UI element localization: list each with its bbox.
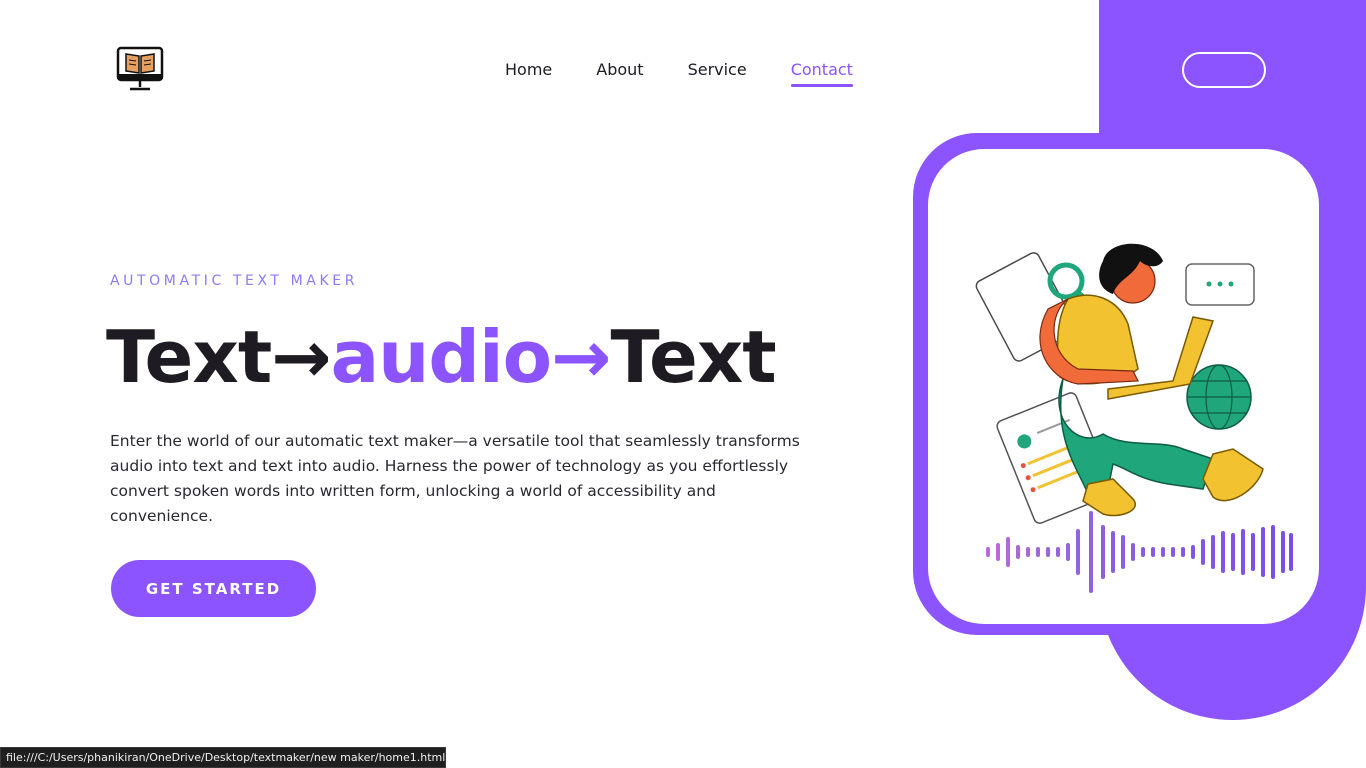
nav-service-link[interactable]: Service (688, 60, 747, 85)
nav-about-link[interactable]: About (596, 60, 643, 85)
headline-text-1: Text (106, 315, 272, 399)
headline-audio: audio (330, 315, 553, 399)
link-status-bar: file:///C:/Users/phanikiran/OneDrive/Des… (0, 747, 446, 768)
header-action-button[interactable] (1182, 52, 1266, 88)
headline-text-2: Text (610, 315, 776, 399)
main-nav: Home About Service Contact (505, 60, 854, 87)
hero-eyebrow: AUTOMATIC TEXT MAKER (110, 273, 359, 289)
hero-headline: Text→audio→Text (106, 312, 777, 402)
monitor-book-icon[interactable] (116, 46, 164, 92)
nav-home-link[interactable]: Home (505, 60, 552, 85)
headline-arrow-2: → (551, 315, 611, 399)
person-with-laptop-illustration (975, 243, 1293, 593)
landing-page: Home About Service Contact AUTOMATIC TEX… (0, 0, 1366, 768)
hero-description: Enter the world of our automatic text ma… (110, 432, 800, 525)
illustration-card (928, 149, 1319, 624)
get-started-button[interactable]: GET STARTED (111, 560, 316, 617)
nav-contact-link[interactable]: Contact (790, 60, 854, 87)
headline-arrow-1: → (271, 315, 331, 399)
